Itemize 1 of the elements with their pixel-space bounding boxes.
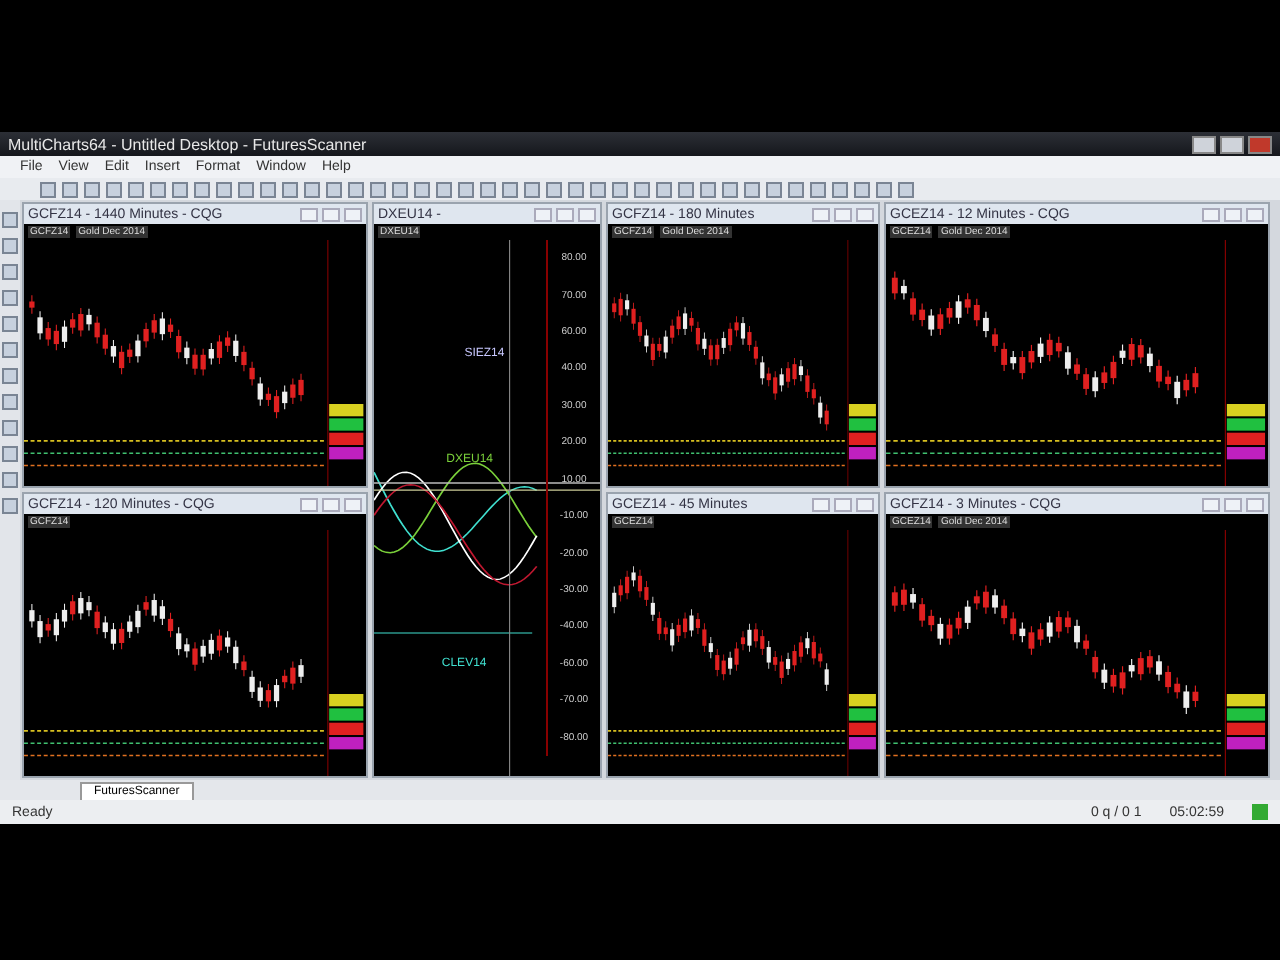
window-title: MultiCharts64 - Untitled Desktop - FuturesScanner — [8, 135, 367, 153]
